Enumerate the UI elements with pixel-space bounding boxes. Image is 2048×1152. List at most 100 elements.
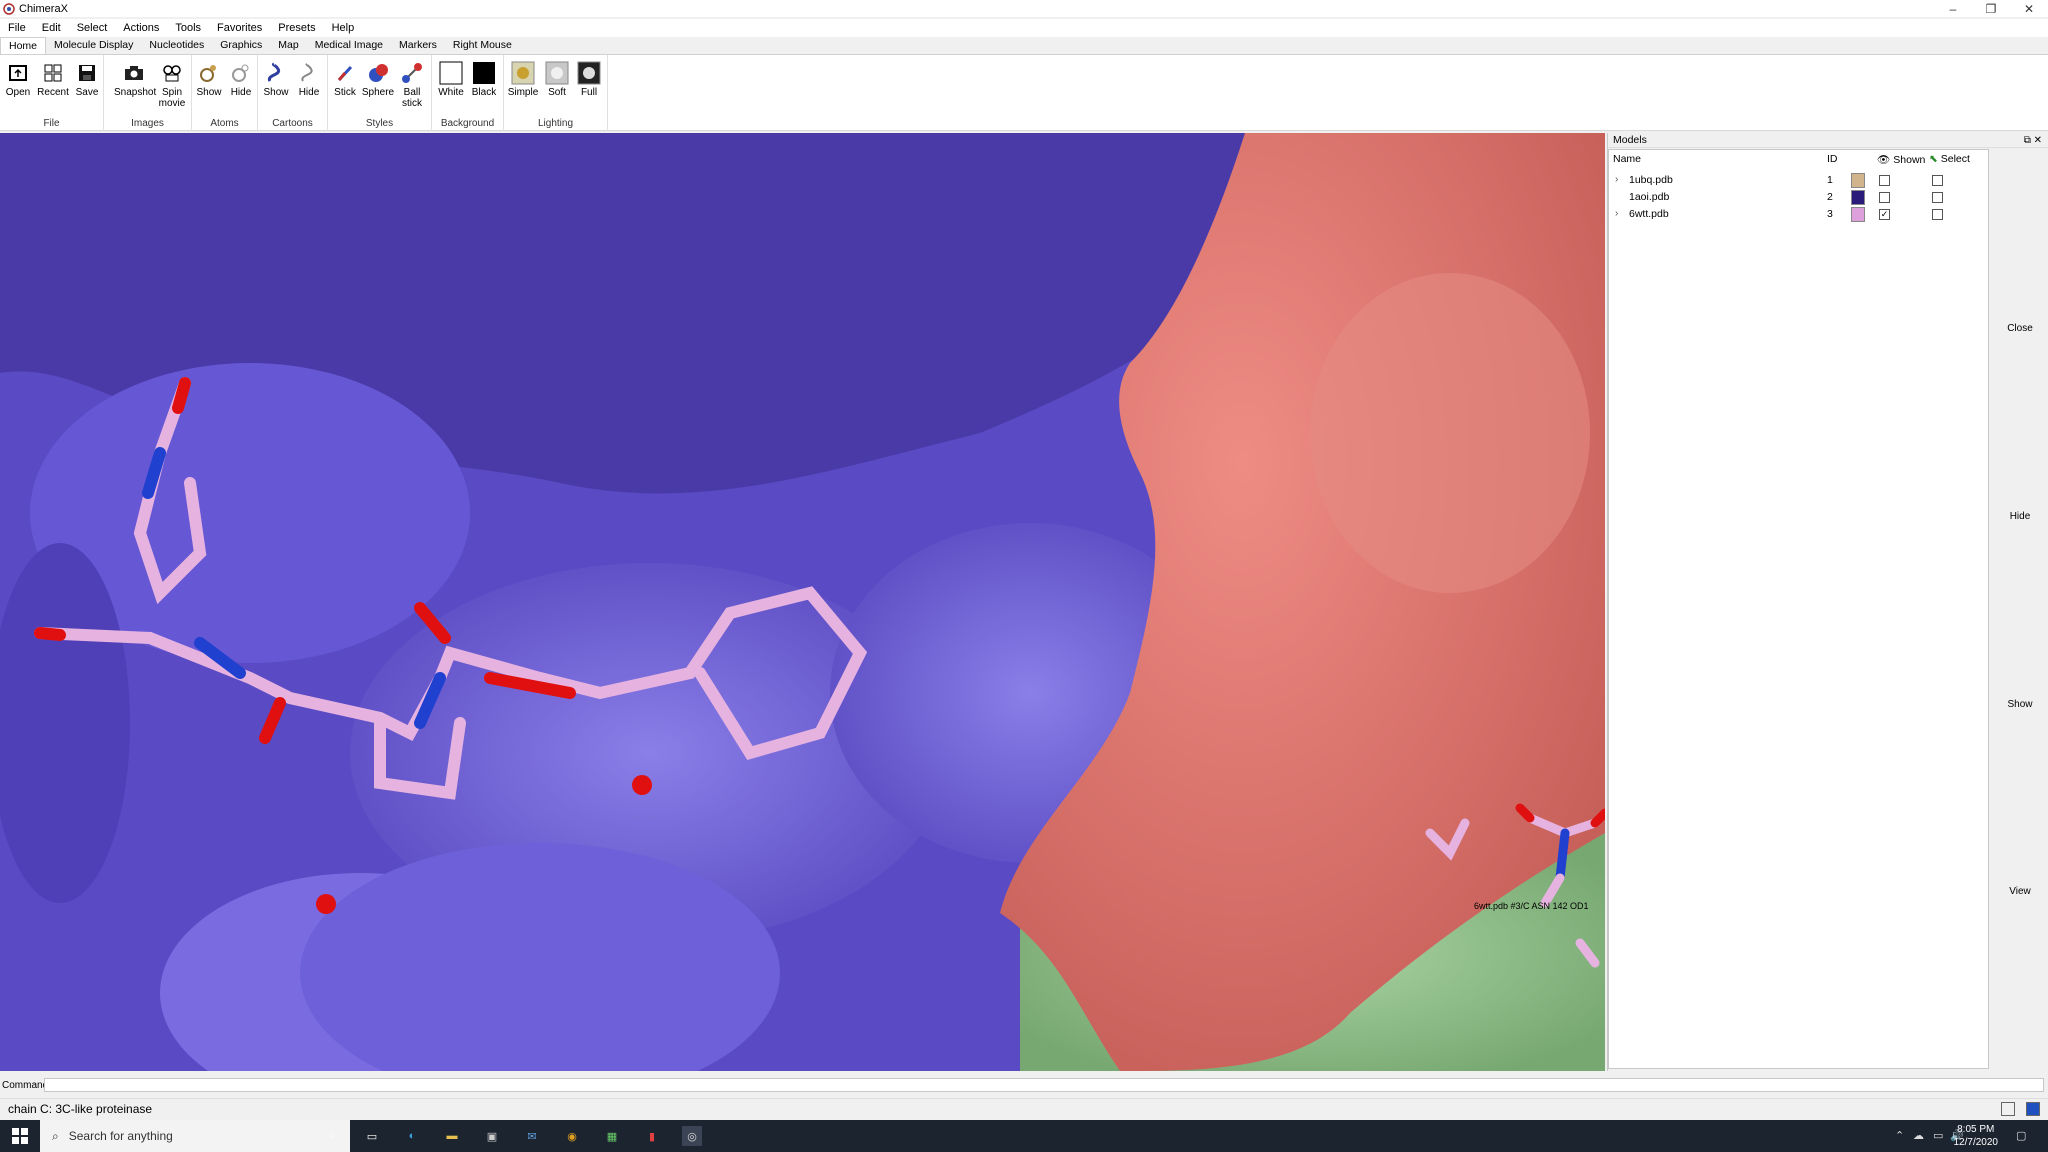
model-color-swatch[interactable]	[1851, 207, 1865, 222]
atoms-hide-button[interactable]: Hide	[224, 61, 258, 98]
col-header-select[interactable]: ⬉ Select	[1929, 153, 1970, 165]
save-button[interactable]: Save	[70, 61, 104, 98]
menu-help[interactable]: Help	[324, 22, 363, 34]
tab-nucleotides[interactable]: Nucleotides	[141, 37, 212, 54]
command-input[interactable]	[44, 1078, 2044, 1092]
lighting-full-button[interactable]: Full	[572, 61, 606, 98]
tab-molecule-display[interactable]: Molecule Display	[46, 37, 141, 54]
tab-graphics[interactable]: Graphics	[212, 37, 270, 54]
model-row[interactable]: › 6wtt.pdb 3 ✓	[1609, 206, 1988, 223]
expand-chevron-icon[interactable]: ›	[1615, 174, 1618, 185]
pdf-reader-icon[interactable]: ▮	[642, 1126, 662, 1146]
model-color-swatch[interactable]	[1851, 190, 1865, 205]
sphere-icon	[369, 64, 388, 82]
tab-medical-image[interactable]: Medical Image	[307, 37, 391, 54]
windows-taskbar: ⌕ Search for anything ○ ▭ ◐ ▬ ▣ ✉ ◉ ▦ ▮ …	[0, 1120, 2048, 1152]
store-icon[interactable]: ▣	[482, 1126, 502, 1146]
model-row[interactable]: 1aoi.pdb 2	[1609, 189, 1988, 206]
show-model-button[interactable]: Show	[1991, 695, 2048, 715]
close-model-button[interactable]: Close	[1991, 319, 2048, 339]
ribbon-group-styles: Stick Sphere Ball stick Styles	[328, 55, 432, 131]
cartoons-show-button[interactable]: Show	[259, 61, 293, 98]
open-button[interactable]: Open	[1, 61, 35, 98]
select-cursor-icon: ⬉	[1929, 153, 1938, 165]
model-shown-checkbox[interactable]	[1879, 175, 1890, 186]
col-header-name[interactable]: Name	[1613, 153, 1641, 165]
edge-browser-icon[interactable]: ◐	[402, 1126, 422, 1146]
taskbar-search-placeholder: Search for anything	[68, 1129, 173, 1143]
hide-model-button[interactable]: Hide	[1991, 507, 2048, 527]
model-id: 2	[1827, 191, 1833, 203]
clock-date: 12/7/2020	[1953, 1137, 1999, 1148]
windows-start-button[interactable]	[0, 1120, 40, 1152]
chrome-icon[interactable]: ◉	[562, 1126, 582, 1146]
menu-presets[interactable]: Presets	[270, 22, 323, 34]
restore-button[interactable]: ❐	[1972, 0, 2010, 17]
panel-float-close-icon[interactable]: ⧉ ✕	[2024, 133, 2042, 148]
graphics-viewport[interactable]: 6wtt.pdb #3/C ASN 142 OD1	[0, 133, 1605, 1071]
window-title: ChimeraX	[19, 2, 68, 15]
ribbon-tabs: Home Molecule Display Nucleotides Graphi…	[0, 37, 2048, 55]
col-header-id[interactable]: ID	[1827, 153, 1838, 165]
cartoon-ribbon-icon	[267, 62, 281, 82]
recent-button[interactable]: Recent	[36, 61, 70, 98]
lighting-simple-button[interactable]: Simple	[506, 61, 540, 98]
menu-select[interactable]: Select	[69, 22, 116, 34]
view-model-button[interactable]: View	[1991, 882, 2048, 902]
tab-markers[interactable]: Markers	[391, 37, 445, 54]
model-shown-checkbox[interactable]: ✓	[1879, 209, 1890, 220]
close-window-button[interactable]: ✕	[2010, 0, 2048, 17]
file-explorer-icon[interactable]: ▬	[442, 1126, 462, 1146]
app-grid-icon[interactable]: ▦	[602, 1126, 622, 1146]
col-header-shown[interactable]: 👁 Shown	[1877, 153, 1925, 166]
model-select-checkbox[interactable]	[1932, 175, 1943, 186]
lighting-soft-button[interactable]: Soft	[540, 61, 574, 98]
notifications-icon[interactable]: ▢	[2016, 1129, 2026, 1142]
black-swatch-icon	[473, 62, 495, 84]
ball-stick-style-button[interactable]: Ball stick	[395, 61, 429, 109]
task-view-icon[interactable]: ▭	[362, 1126, 382, 1146]
taskbar-search[interactable]: ⌕ Search for anything	[40, 1120, 350, 1152]
menu-file[interactable]: File	[0, 22, 34, 34]
minimize-button[interactable]: –	[1934, 0, 1972, 17]
tab-map[interactable]: Map	[270, 37, 306, 54]
model-row[interactable]: › 1ubq.pdb 1	[1609, 172, 1988, 189]
water-oxygen	[316, 894, 336, 914]
network-icon[interactable]: ▭	[1933, 1129, 1943, 1142]
onedrive-cloud-icon[interactable]: ☁	[1913, 1129, 1924, 1142]
background-white-button[interactable]: White	[434, 61, 468, 98]
model-color-swatch[interactable]	[1851, 173, 1865, 188]
cortana-icon[interactable]: ○	[322, 1126, 342, 1146]
taskbar-clock[interactable]: 8:05 PM 12/7/2020	[1954, 1123, 1999, 1149]
status-bar: chain C: 3C-like proteinase	[0, 1098, 2048, 1118]
open-icon	[9, 65, 27, 81]
background-black-button[interactable]: Black	[467, 61, 501, 98]
menu-tools[interactable]: Tools	[167, 22, 209, 34]
menu-actions[interactable]: Actions	[115, 22, 167, 34]
menu-bar: File Edit Select Actions Tools Favorites…	[0, 19, 2048, 37]
menu-edit[interactable]: Edit	[34, 22, 69, 34]
tab-home[interactable]: Home	[0, 37, 47, 54]
model-select-checkbox[interactable]	[1932, 192, 1943, 203]
model-select-checkbox[interactable]	[1932, 209, 1943, 220]
camera-icon	[125, 66, 143, 80]
spin-movie-button[interactable]: Spin movie	[154, 61, 190, 109]
sphere-style-button[interactable]: Sphere	[361, 61, 395, 98]
group-label-file: File	[43, 118, 60, 129]
stick-style-button[interactable]: Stick	[328, 61, 362, 98]
chimerax-taskbar-icon[interactable]: ◎	[682, 1126, 702, 1146]
snapshot-button[interactable]: Snapshot	[114, 61, 156, 98]
tab-right-mouse[interactable]: Right Mouse	[445, 37, 520, 54]
cartoons-hide-button[interactable]: Hide	[292, 61, 326, 98]
expand-chevron-icon[interactable]: ›	[1615, 208, 1618, 219]
log-toggle-icon[interactable]	[2026, 1102, 2040, 1116]
view-toggle-icon[interactable]	[2001, 1102, 2015, 1116]
mail-icon[interactable]: ✉	[522, 1126, 542, 1146]
atoms-show-button[interactable]: Show	[192, 61, 226, 98]
group-label-styles: Styles	[365, 118, 394, 129]
tray-chevron-icon[interactable]: ⌃	[1895, 1129, 1904, 1142]
status-text: chain C: 3C-like proteinase	[8, 1102, 153, 1116]
model-shown-checkbox[interactable]	[1879, 192, 1890, 203]
menu-favorites[interactable]: Favorites	[209, 22, 270, 34]
ribbon-group-atoms: Show Hide Atoms	[192, 55, 258, 131]
